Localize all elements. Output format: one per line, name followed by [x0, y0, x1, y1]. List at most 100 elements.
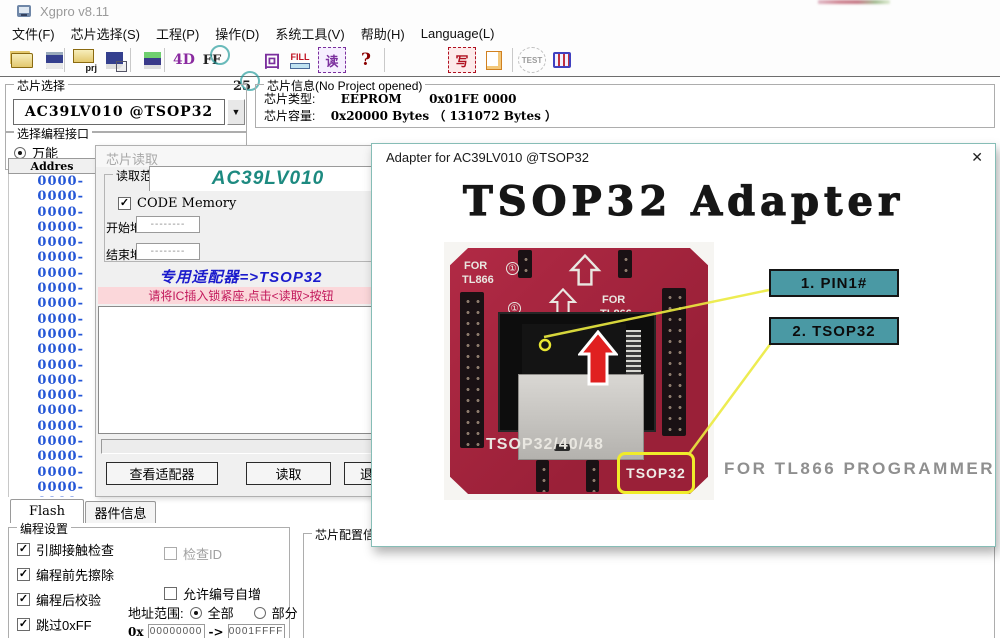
pin-strip-bottom-mid	[586, 460, 599, 492]
logic-4d-icon[interactable]: 4D	[170, 47, 198, 73]
chip-detect-icon[interactable]	[548, 47, 576, 73]
adapter-pcb: FOR TL866 FOR TL866 ① ①	[450, 248, 708, 494]
chip-select-dropdown-icon[interactable]: ▼	[227, 99, 245, 125]
program-settings-group: 编程设置 引脚接触检查 编程前先擦除 编程后校验 跳过0xFF 编程前查空	[8, 520, 298, 638]
save-buffer-icon[interactable]	[100, 47, 128, 73]
address-row: 0000-	[37, 204, 84, 220]
pin-strip-top-left	[518, 250, 532, 278]
addr-range-part-label: 部分	[271, 606, 298, 621]
code-memory-checkbox[interactable]: CODE Memory	[118, 196, 236, 211]
chip-type-label: 芯片类型:	[264, 92, 316, 106]
address-row: 0000-	[37, 296, 84, 312]
checkbox-icon	[118, 197, 131, 210]
callout-tsop32: 2. TSOP32	[769, 317, 899, 345]
address-row: 0000-	[37, 250, 84, 266]
chip-select-combo[interactable]: AC39LV010 @TSOP32	[13, 99, 225, 125]
address-row: 0000-	[37, 388, 84, 404]
program-setting-checkbox[interactable]: 编程后校验	[17, 590, 114, 609]
checkbox-icon	[164, 587, 177, 600]
address-row: 0000-	[37, 357, 84, 373]
menu-file[interactable]: 文件(F)	[4, 22, 63, 45]
menu-operation[interactable]: 操作(D)	[207, 22, 267, 45]
close-icon[interactable]: ✕	[971, 149, 983, 166]
toolbar: prj 4D FF 25 回 FILL 读 ? 写 TEST	[0, 44, 1000, 94]
auto-increment-checkbox[interactable]: 允许编号自增	[164, 584, 261, 603]
addr-range-part-radio[interactable]	[253, 606, 266, 619]
test-icon[interactable]: TEST	[518, 47, 546, 73]
find-ff-icon[interactable]: FF	[198, 45, 230, 73]
menu-language[interactable]: Language(L)	[413, 24, 503, 43]
adapter-note: 专用适配器=>TSOP32	[159, 269, 323, 286]
address-column-header[interactable]: Addres	[8, 158, 96, 174]
address-row: 0000-	[37, 235, 84, 251]
start-address-input[interactable]: --------	[136, 216, 200, 233]
chip-read-dialog: 芯片读取 读取范围 AC39LV010 CODE Memory 开始地址: --…	[95, 145, 385, 497]
open-icon[interactable]	[8, 47, 36, 73]
code-memory-label: CODE Memory	[137, 196, 237, 211]
socket-size-label: TSOP32/40/48	[486, 436, 604, 453]
pcb-tl866-text: TL866	[462, 274, 494, 286]
address-row: 0000-	[37, 434, 84, 450]
address-row: 0000-	[37, 418, 84, 434]
auto-increment-label: 允许编号自增	[183, 587, 262, 602]
checkbox-icon	[17, 618, 30, 631]
watermark	[818, 0, 890, 4]
checkbox-icon	[164, 547, 177, 560]
pcb-for-text: FOR	[464, 260, 488, 272]
adapter-dialog-title: Adapter for AC39LV010 @TSOP32	[386, 150, 590, 165]
app-icon	[17, 5, 31, 17]
adapter-footer: FOR TL866 PROGRAMMER	[724, 459, 996, 478]
pcb-for-text: FOR	[602, 294, 626, 306]
menu-project[interactable]: 工程(P)	[148, 22, 207, 45]
addr-range-label: 地址范围:	[128, 606, 184, 621]
addr-to-input[interactable]: 0001FFFF	[227, 624, 285, 638]
save-device-icon[interactable]	[138, 47, 166, 73]
view-adapter-button[interactable]: 查看适配器	[106, 462, 218, 485]
end-address-input[interactable]: --------	[136, 243, 200, 260]
chip-type-value: EEPROM	[340, 92, 402, 106]
read-chip-icon[interactable]: 读	[318, 47, 346, 73]
fill-icon[interactable]: FILL	[286, 47, 314, 73]
menu-chip-select[interactable]: 芯片选择(S)	[63, 22, 148, 45]
address-row: 0000-	[37, 464, 84, 480]
edit-info-icon[interactable]	[480, 47, 508, 73]
address-row: 0000-	[9, 495, 96, 497]
pin-strip-bottom-left	[536, 460, 549, 492]
pin1-highlight-circle	[538, 338, 552, 352]
radio-icon	[14, 146, 26, 159]
addr-range-all-radio[interactable]	[189, 606, 202, 619]
chip-size-label: 芯片容量:	[264, 109, 316, 123]
checkbox-icon	[17, 593, 30, 606]
menu-system-tools[interactable]: 系统工具(V)	[267, 22, 352, 45]
program-setting-checkbox[interactable]: 跳过0xFF	[17, 615, 114, 634]
chip-read-dialog-title[interactable]: 芯片读取	[96, 146, 384, 167]
chip-config-group: 芯片配置信息	[303, 526, 995, 638]
toolbar-separator	[130, 48, 131, 72]
program-setting-checkbox[interactable]: 引脚接触检查	[17, 540, 114, 559]
program-setting-checkbox[interactable]: 编程前先擦除	[17, 565, 114, 584]
tab-device-info[interactable]: 器件信息	[85, 501, 156, 523]
callout-pin1: 1. PIN1#	[769, 269, 899, 297]
checkbox-icon	[17, 568, 30, 581]
open-project-icon[interactable]: prj	[70, 47, 98, 73]
address-row: 0000-	[37, 265, 84, 281]
chip-select-group-label: 芯片选择	[14, 77, 69, 94]
address-row: 0000-	[37, 219, 84, 235]
read-button[interactable]: 读取	[246, 462, 331, 485]
chip-type-code: 0x01FE 0000	[429, 92, 517, 106]
addr-range-all-label: 全部	[207, 606, 234, 621]
tsop32-tag: TSOP32	[617, 452, 695, 494]
addr-from-input[interactable]: 00000000	[147, 624, 205, 638]
check-id-checkbox[interactable]: 检查ID	[164, 544, 222, 563]
orientation-arrow-icon	[568, 254, 602, 286]
address-row: 0000-	[37, 403, 84, 419]
address-row: 0000-	[37, 326, 84, 342]
help-icon[interactable]: ?	[352, 47, 380, 73]
adapter-heading: TSOP32 Adapter	[462, 177, 905, 225]
locate-icon[interactable]: 回	[258, 47, 286, 73]
read-log-area[interactable]	[98, 306, 384, 434]
write-chip-icon[interactable]: 写	[448, 47, 476, 73]
insert-direction-arrow	[578, 330, 618, 386]
menu-help[interactable]: 帮助(H)	[353, 22, 413, 45]
address-row: 0000-	[37, 479, 84, 495]
